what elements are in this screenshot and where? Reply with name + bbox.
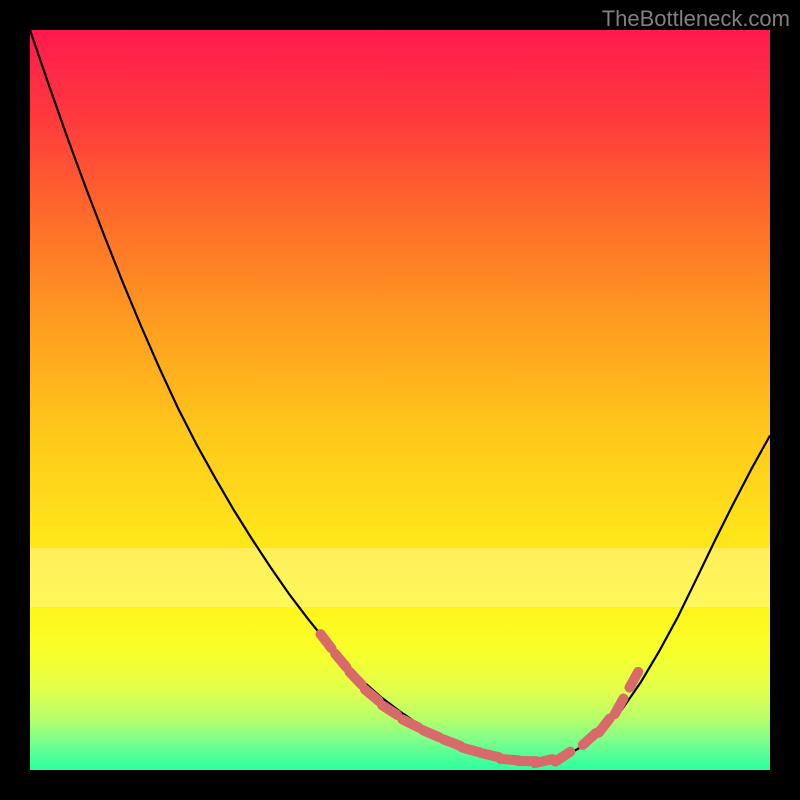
marker-dash bbox=[599, 718, 610, 732]
marker-dash bbox=[535, 759, 553, 763]
marker-dash bbox=[629, 672, 638, 688]
highlighted-markers bbox=[321, 634, 639, 763]
marker-dash bbox=[443, 739, 460, 745]
chart-frame: TheBottleneck.com bbox=[0, 0, 800, 800]
curve-line bbox=[30, 30, 770, 762]
marker-dash bbox=[349, 672, 361, 685]
watermark-text: TheBottleneck.com bbox=[602, 6, 790, 32]
marker-dash bbox=[402, 719, 418, 727]
chart-svg bbox=[30, 30, 770, 770]
marker-dash bbox=[321, 634, 332, 648]
marker-dash bbox=[583, 733, 596, 745]
marker-dash bbox=[335, 654, 347, 668]
plot-area bbox=[30, 30, 770, 770]
marker-dash bbox=[555, 752, 570, 762]
marker-dash bbox=[423, 730, 440, 737]
marker-dash bbox=[615, 698, 624, 714]
marker-dash bbox=[365, 690, 379, 702]
